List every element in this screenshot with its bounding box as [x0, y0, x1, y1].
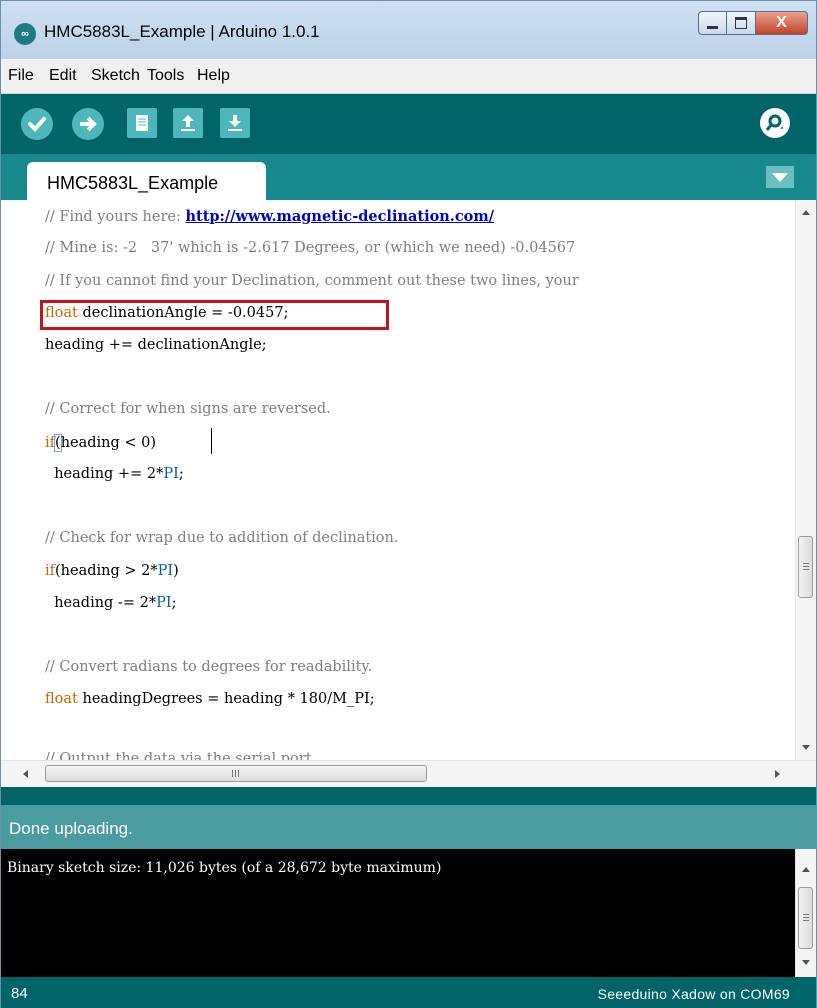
grip-line	[803, 569, 809, 570]
code-line: // If you cannot find your Declination, …	[45, 273, 579, 289]
code-line: float headingDegrees = heading * 180/M_P…	[45, 691, 375, 707]
serial-monitor-button[interactable]	[760, 108, 790, 138]
menu-help[interactable]: Help	[197, 67, 230, 85]
console-scrollbar[interactable]	[795, 849, 816, 977]
code-line: // Output the data via the serial port.	[45, 751, 317, 760]
declination-link[interactable]: http://www.magnetic-declination.com/	[185, 208, 494, 225]
grip-line	[803, 566, 809, 567]
footer-bar: 84 Seeeduino Xadow on COM69	[1, 977, 816, 1008]
line-number: 84	[11, 985, 28, 1002]
code-text: ;	[171, 595, 177, 611]
menu-edit[interactable]: Edit	[49, 67, 77, 85]
code-line: heading -= 2*PI;	[45, 595, 176, 611]
scroll-left-icon[interactable]	[23, 770, 28, 778]
code-line: // Check for wrap due to addition of dec…	[45, 530, 399, 546]
constant: PI	[157, 563, 174, 579]
code-text: ;	[178, 466, 184, 482]
new-icon	[136, 115, 148, 131]
upload-icon	[80, 116, 97, 132]
grip-line	[803, 920, 809, 921]
menu-sketch[interactable]: Sketch	[91, 67, 140, 85]
tab-menu-button[interactable]	[766, 166, 794, 188]
serial-monitor-icon	[765, 114, 783, 131]
code-line: // Find yours here: http://www.magnetic-…	[45, 208, 494, 225]
code-text: heading < 0)	[60, 435, 157, 451]
open-button[interactable]	[173, 108, 203, 138]
maximize-icon	[735, 17, 747, 29]
scroll-down-icon[interactable]	[802, 960, 810, 965]
status-message: Done uploading.	[9, 819, 133, 838]
verify-button[interactable]	[21, 108, 53, 140]
title-bar[interactable]: ∞ HMC5883L_Example | Arduino 1.0.1 X	[1, 1, 816, 59]
minimize-button[interactable]	[698, 11, 727, 35]
board-port-label: Seeeduino Xadow on COM69	[597, 986, 790, 1002]
minimize-icon	[707, 25, 718, 29]
grip-line	[232, 770, 233, 777]
code-editor[interactable]: // Find yours here: http://www.magnetic-…	[1, 200, 795, 760]
arduino-logo-icon: ∞	[14, 23, 36, 45]
scroll-down-icon[interactable]	[802, 745, 810, 750]
tab-hmc5883l-example[interactable]: HMC5883L_Example	[27, 162, 266, 200]
open-icon	[181, 115, 195, 131]
code-line: if(heading > 2*PI)	[45, 563, 179, 579]
window-title: HMC5883L_Example | Arduino 1.0.1	[44, 22, 320, 41]
window-controls: X	[698, 11, 808, 35]
code-text: )	[173, 563, 179, 579]
tab-strip: HMC5883L_Example	[1, 154, 816, 200]
constant: PI	[163, 466, 179, 482]
grip-line	[803, 563, 809, 564]
code-text: heading += 2*	[45, 466, 164, 482]
console-output[interactable]: Binary sketch size: 11,026 bytes (of a 2…	[1, 849, 795, 977]
close-button[interactable]: X	[756, 11, 808, 35]
new-button[interactable]	[127, 108, 157, 138]
status-bar: Done uploading.	[1, 805, 816, 849]
menu-bar: File Edit Sketch Tools Help	[1, 59, 816, 94]
upload-button[interactable]	[72, 108, 104, 140]
scroll-right-icon[interactable]	[775, 770, 780, 778]
toolbar	[1, 94, 816, 154]
scroll-up-icon[interactable]	[802, 210, 810, 215]
grip-line	[803, 914, 809, 915]
keyword: float	[45, 691, 78, 707]
editor-horizontal-scrollbar[interactable]	[1, 760, 816, 787]
console-line: Binary sketch size: 11,026 bytes (of a 2…	[7, 860, 442, 876]
verify-icon	[28, 117, 46, 132]
code-text: heading -= 2*	[45, 595, 157, 611]
code-line: heading += 2*PI;	[45, 466, 184, 482]
keyword: if	[45, 563, 56, 579]
editor-vertical-scrollbar[interactable]	[795, 200, 816, 760]
text-caret	[211, 428, 212, 454]
code-line: // Convert radians to degrees for readab…	[45, 659, 373, 675]
save-button[interactable]	[220, 108, 250, 138]
constant: PI	[156, 595, 172, 611]
highlight-box	[40, 300, 389, 330]
code-comment: // Find yours here:	[45, 209, 186, 225]
code-line: heading += declinationAngle;	[45, 337, 267, 353]
code-text: headingDegrees = heading * 180/M_PI;	[77, 691, 375, 707]
code-line: if(heading < 0)	[45, 434, 156, 452]
scroll-thumb[interactable]	[798, 536, 813, 598]
pane-divider[interactable]	[1, 787, 816, 805]
menu-tools[interactable]: Tools	[147, 67, 184, 85]
menu-file[interactable]: File	[8, 67, 34, 85]
code-line: // Mine is: -2 37' which is -2.617 Degre…	[45, 240, 576, 256]
grip-line	[238, 770, 239, 777]
scroll-thumb[interactable]	[45, 765, 427, 782]
save-icon	[228, 115, 242, 131]
close-icon: X	[776, 14, 787, 31]
maximize-button[interactable]	[727, 11, 756, 35]
code-line: // Correct for when signs are reversed.	[45, 401, 331, 417]
code-text: (heading > 2*	[55, 563, 158, 579]
scroll-up-icon[interactable]	[802, 867, 810, 872]
scroll-thumb[interactable]	[798, 887, 813, 949]
arduino-window: ∞ HMC5883L_Example | Arduino 1.0.1 X Fil…	[0, 0, 817, 1008]
grip-line	[235, 770, 236, 777]
grip-line	[803, 917, 809, 918]
